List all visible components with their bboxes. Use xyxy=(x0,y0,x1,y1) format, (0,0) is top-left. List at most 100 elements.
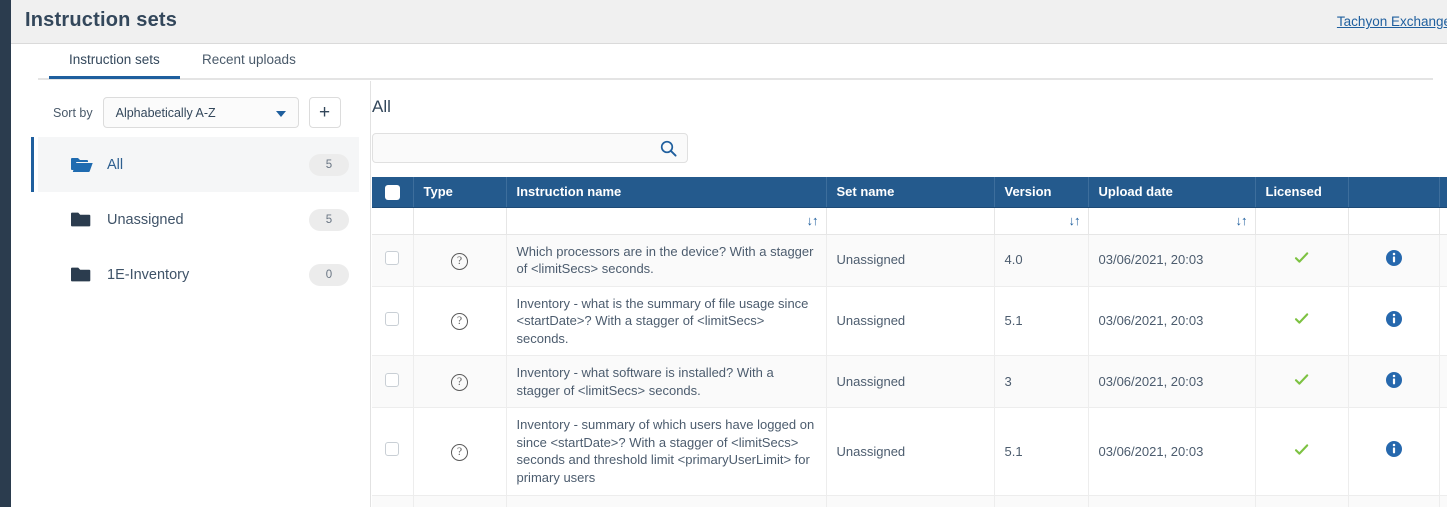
add-folder-button[interactable]: + xyxy=(308,97,341,128)
select-all-header xyxy=(372,177,414,208)
info-icon[interactable] xyxy=(1385,249,1402,266)
sort-by-select[interactable]: Alphabetically A-Z xyxy=(102,97,299,128)
tab-instruction-sets[interactable]: Instruction sets xyxy=(49,52,180,79)
column-header-version[interactable]: Version xyxy=(994,177,1089,208)
row-version: 4.0 xyxy=(994,234,1089,287)
column-header-upload-date[interactable]: Upload date xyxy=(1088,177,1256,208)
row-checkbox[interactable] xyxy=(385,250,400,265)
filter-cell-upload-date: ↓↑ xyxy=(1088,207,1256,235)
sidebar-item-1e-inventory[interactable]: 1E-Inventory 0 xyxy=(38,247,359,302)
column-header-instruction-name[interactable]: Instruction name xyxy=(506,177,827,208)
filter-cell-info xyxy=(1348,207,1440,235)
row-version: 5.1 xyxy=(994,286,1089,357)
column-header-set-name[interactable]: Set name xyxy=(826,177,995,208)
question-circle-icon: ? xyxy=(451,374,468,392)
row-set-name: Unassigned xyxy=(826,234,995,287)
row-checkbox[interactable] xyxy=(385,372,400,387)
column-header-type[interactable]: Type xyxy=(413,177,507,208)
row-licensed-cell xyxy=(1255,495,1349,507)
tachyon-exchange-link[interactable]: Tachyon Exchange xyxy=(1337,14,1447,29)
app-root: Instruction sets Tachyon Exchange Instru… xyxy=(0,0,1447,507)
row-checkbox-cell xyxy=(372,495,414,507)
sort-toggle-version[interactable]: ↓↑ xyxy=(1069,214,1081,227)
search-box xyxy=(372,133,688,163)
sort-by-label: Sort by xyxy=(53,105,93,120)
table-header-row: Type Instruction name Set name Version U… xyxy=(372,177,1447,208)
column-header-actions xyxy=(1439,177,1447,208)
column-header-info xyxy=(1348,177,1440,208)
check-icon xyxy=(1294,442,1309,457)
row-checkbox-cell xyxy=(372,286,414,357)
table-row[interactable]: ? Inventory - what is the summary of file… xyxy=(372,286,1447,357)
search-icon[interactable] xyxy=(660,140,677,157)
sidebar-item-all[interactable]: All 5 xyxy=(31,137,359,192)
filter-cell-actions xyxy=(1439,207,1447,235)
row-upload-date: 03/06/2021, 20:03 xyxy=(1088,355,1256,409)
check-icon xyxy=(1294,311,1309,326)
row-upload-date: 03/06/2021, 20:03 xyxy=(1088,407,1256,496)
row-upload-date: 03/06/2021, 20:03 xyxy=(1088,286,1256,357)
info-icon[interactable] xyxy=(1385,441,1402,458)
instructions-table: Type Instruction name Set name Version U… xyxy=(372,177,1447,507)
row-actions-cell xyxy=(1439,286,1447,357)
row-instruction-name: Returns Patch status for 1E Inventory co… xyxy=(506,495,827,507)
content-heading: All xyxy=(372,97,391,116)
filter-cell-check xyxy=(372,207,414,235)
filter-cell-instruction-name: ↓↑ xyxy=(506,207,827,235)
row-version: 5.1 xyxy=(994,407,1089,496)
row-checkbox-cell xyxy=(372,234,414,287)
table-row[interactable]: ? Which processors are in the device? Wit… xyxy=(372,234,1447,287)
row-version: 3 xyxy=(994,355,1089,409)
filter-cell-type xyxy=(413,207,507,235)
row-instruction-name: Inventory - what software is installed? … xyxy=(506,355,827,409)
folder-open-icon xyxy=(71,156,93,173)
row-checkbox[interactable] xyxy=(385,311,400,326)
sort-toggle-instruction-name[interactable]: ↓↑ xyxy=(807,214,819,227)
top-header-bar: Instruction sets Tachyon Exchange xyxy=(11,0,1447,44)
table-row[interactable]: ?Returns Patch status for 1E Inventory c… xyxy=(372,495,1447,507)
row-licensed-cell xyxy=(1255,234,1349,287)
row-instruction-name: Inventory - what is the summary of file … xyxy=(506,286,827,357)
column-header-licensed[interactable]: Licensed xyxy=(1255,177,1349,208)
row-version: 5.1 xyxy=(994,495,1089,507)
check-icon xyxy=(1294,372,1309,387)
sidebar-item-label: Unassigned xyxy=(107,211,184,228)
row-upload-date: 03/06/2021, 20:03 xyxy=(1088,495,1256,507)
page-title: Instruction sets xyxy=(25,9,178,31)
question-circle-icon: ? xyxy=(451,313,468,331)
table-filter-row: ↓↑ ↓↑ ↓↑ xyxy=(372,207,1447,235)
sort-toggle-upload-date[interactable]: ↓↑ xyxy=(1236,214,1248,227)
sort-controls: Sort by Alphabetically A-Z + xyxy=(53,97,341,128)
row-checkbox-cell xyxy=(372,355,414,409)
filter-cell-set-name xyxy=(826,207,995,235)
search-input[interactable] xyxy=(373,134,647,162)
tab-recent-uploads[interactable]: Recent uploads xyxy=(202,52,296,79)
info-icon[interactable] xyxy=(1385,310,1402,327)
select-all-checkbox[interactable] xyxy=(384,184,400,200)
table-row[interactable]: ? Inventory - what software is installed?… xyxy=(372,355,1447,409)
info-icon[interactable] xyxy=(1385,371,1402,388)
row-licensed-cell xyxy=(1255,407,1349,496)
folder-count-badge: 0 xyxy=(309,263,349,286)
question-circle-icon: ? xyxy=(451,252,468,270)
row-upload-date: 03/06/2021, 20:03 xyxy=(1088,234,1256,287)
row-info-cell xyxy=(1348,407,1440,496)
row-actions-cell xyxy=(1439,495,1447,507)
filter-cell-licensed xyxy=(1255,207,1349,235)
row-info-cell xyxy=(1348,234,1440,287)
folder-count-badge: 5 xyxy=(309,153,349,176)
row-type-cell: ? xyxy=(413,355,507,409)
chevron-down-icon xyxy=(275,111,286,117)
row-set-name: Unassigned xyxy=(826,407,995,496)
row-type-cell: ? xyxy=(413,286,507,357)
filter-cell-version: ↓↑ xyxy=(994,207,1089,235)
row-checkbox[interactable] xyxy=(385,442,400,457)
folder-icon xyxy=(71,266,93,283)
table-row[interactable]: ? Inventory - summary of which users have… xyxy=(372,407,1447,496)
folder-list: All 5 Unassigned 5 1E-Inventory 0 xyxy=(11,137,371,302)
sidebar-item-unassigned[interactable]: Unassigned 5 xyxy=(38,192,359,247)
sidebar-panel: Sort by Alphabetically A-Z + All 5 Unass… xyxy=(11,81,371,507)
folder-count-badge: 5 xyxy=(309,208,349,231)
row-info-cell xyxy=(1348,495,1440,507)
row-licensed-cell xyxy=(1255,355,1349,409)
